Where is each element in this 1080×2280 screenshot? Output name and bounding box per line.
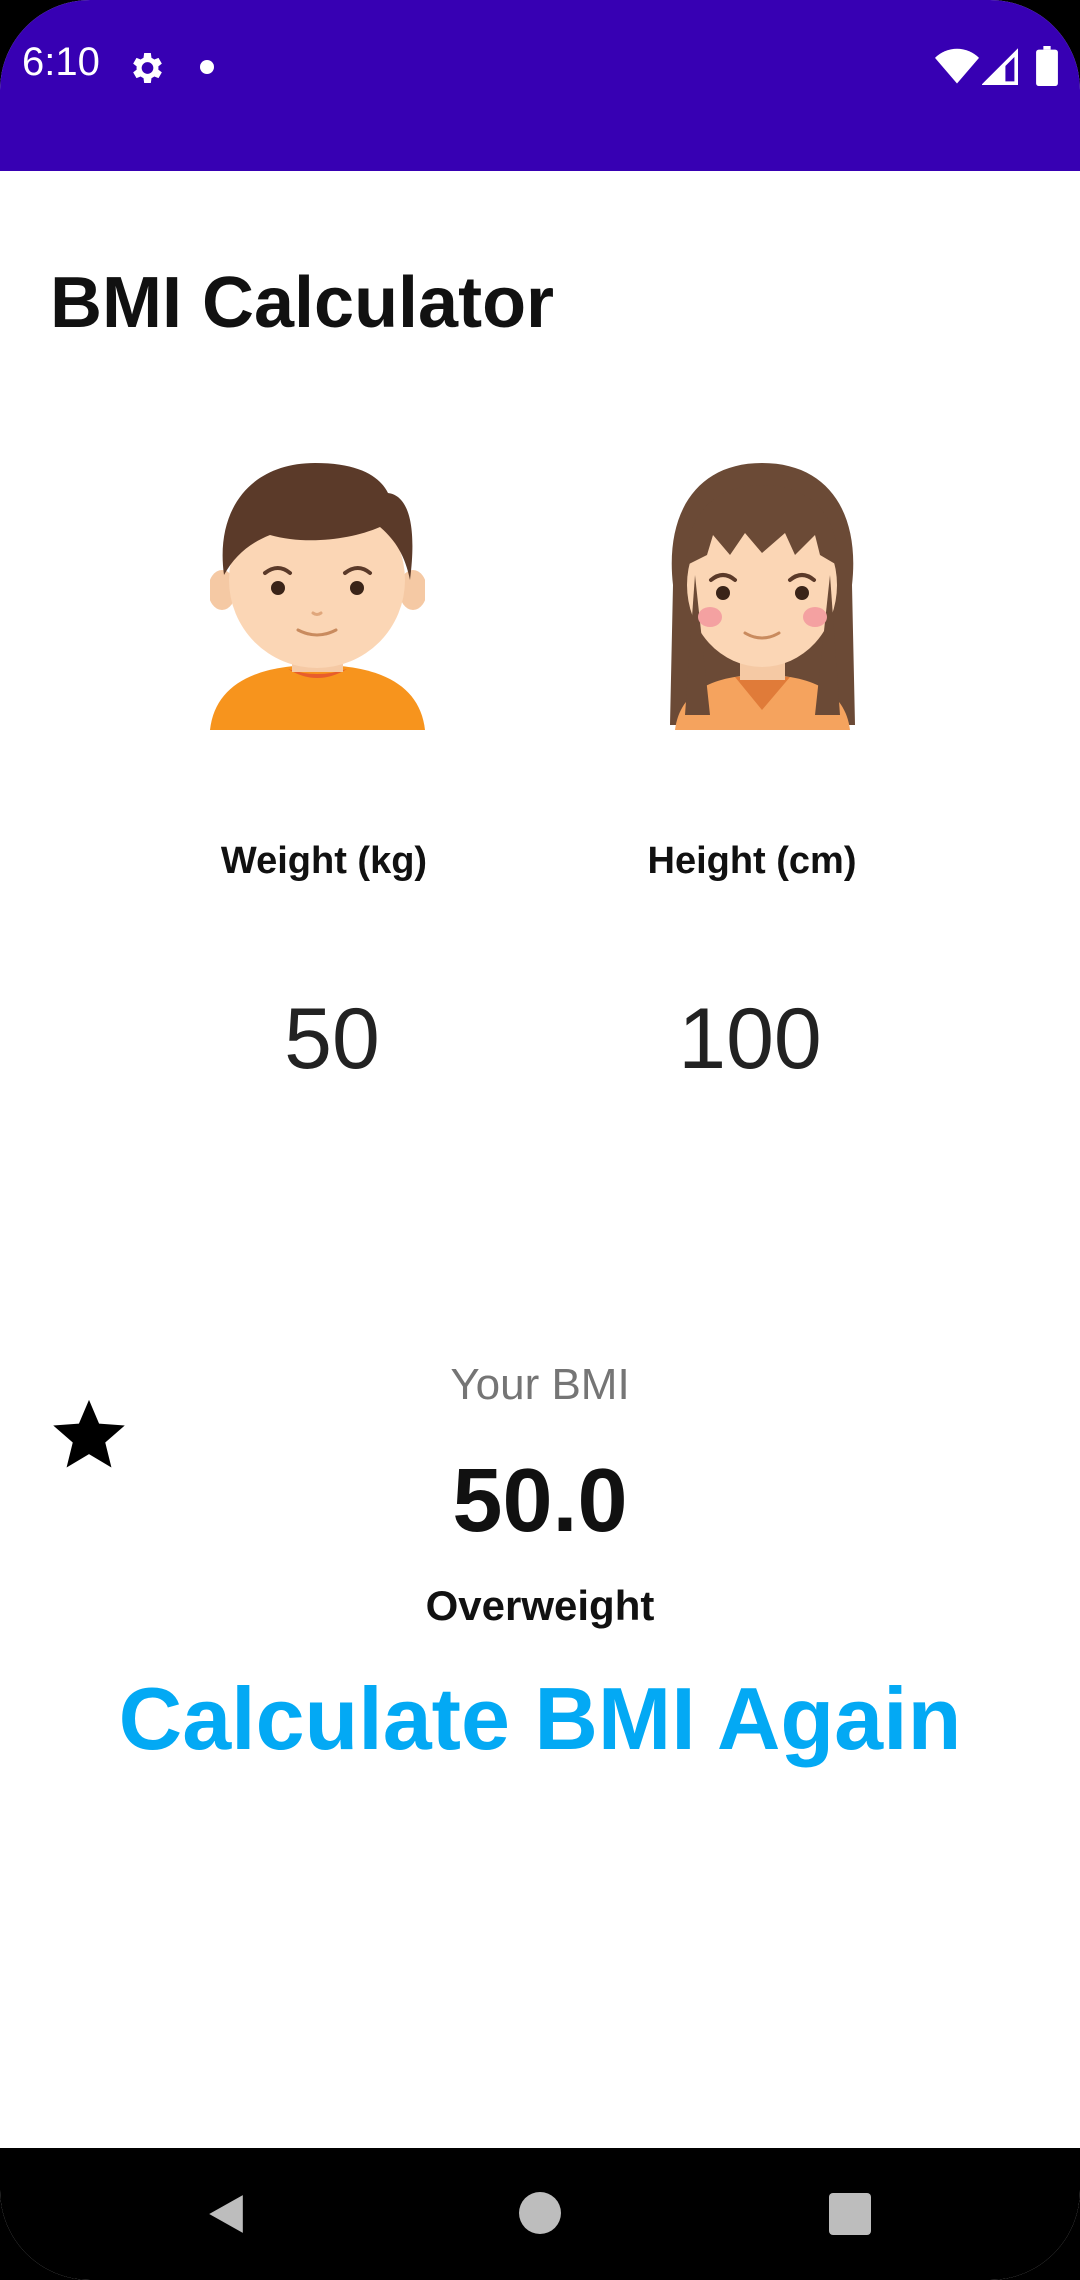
- weight-label: Weight (kg): [220, 840, 428, 882]
- navigation-bar: [0, 2148, 1080, 2280]
- battery-icon: [1036, 46, 1058, 86]
- app-screen: 6:10 BMI Calculator Weight (kg) Height (…: [0, 0, 1080, 2280]
- page-title: BMI Calculator: [50, 263, 555, 343]
- height-label: Height (cm): [647, 840, 857, 882]
- weight-input[interactable]: 50: [172, 990, 492, 1089]
- home-icon[interactable]: [519, 2192, 561, 2234]
- bmi-caption: Your BMI: [450, 1360, 630, 1409]
- girl-avatar-icon: [670, 463, 855, 730]
- bmi-category: Overweight: [425, 1582, 655, 1629]
- calculate-again-button[interactable]: Calculate BMI Again: [0, 1668, 1080, 1770]
- notification-dot-icon: [200, 60, 214, 74]
- boy-avatar-icon: [210, 463, 425, 730]
- wifi-icon: [935, 48, 979, 84]
- recents-icon[interactable]: [829, 2193, 871, 2235]
- gear-icon: [133, 53, 162, 83]
- signal-icon: [982, 48, 1018, 85]
- back-icon[interactable]: [205, 2193, 247, 2235]
- height-input[interactable]: 100: [590, 990, 910, 1089]
- bmi-value: 50.0: [452, 1451, 628, 1551]
- status-bar: 6:10: [0, 0, 1080, 171]
- status-time: 6:10: [22, 40, 100, 84]
